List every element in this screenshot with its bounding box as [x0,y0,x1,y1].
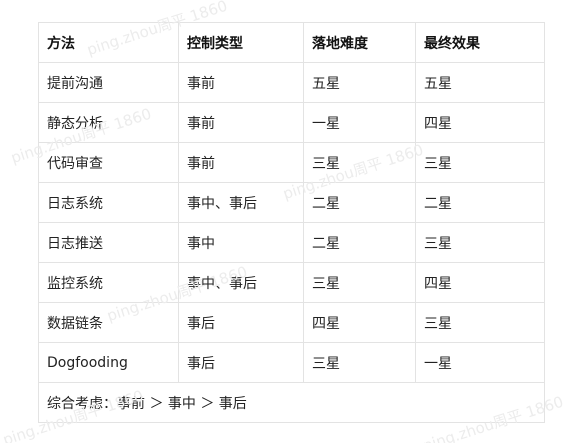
cell-difficulty: 三星 [303,142,416,183]
cell-control-type: 事前 [178,142,304,183]
cell-control-type: 事后 [178,342,304,383]
cell-method: 提前沟通 [38,62,179,103]
summary-row: 综合考虑：事前 ＞ 事中 ＞ 事后 [38,382,545,423]
cell-control-type: 事中、事后 [178,182,304,223]
summary-cell: 综合考虑：事前 ＞ 事中 ＞ 事后 [38,382,545,423]
cell-method: 日志系统 [38,182,179,223]
table-row: 监控系统 事中、事后 三星 四星 [38,262,545,303]
cell-difficulty: 一星 [303,102,416,143]
cell-difficulty: 四星 [303,302,416,343]
table-row: 日志推送 事中 二星 三星 [38,222,545,263]
cell-final-effect: 四星 [415,102,545,143]
cell-difficulty: 三星 [303,342,416,383]
table-row: Dogfooding 事后 三星 一星 [38,342,545,383]
methods-comparison-table: 方法 控制类型 落地难度 最终效果 提前沟通 事前 五星 五星 静态分析 事前 … [38,22,545,423]
cell-method: 监控系统 [38,262,179,303]
table-row: 提前沟通 事前 五星 五星 [38,62,545,103]
header-method: 方法 [38,22,179,63]
header-difficulty: 落地难度 [303,22,416,63]
cell-difficulty: 二星 [303,222,416,263]
cell-method: 数据链条 [38,302,179,343]
cell-final-effect: 三星 [415,302,545,343]
header-control-type: 控制类型 [178,22,304,63]
cell-final-effect: 四星 [415,262,545,303]
cell-control-type: 事前 [178,102,304,143]
cell-control-type: 事前 [178,62,304,103]
cell-final-effect: 二星 [415,182,545,223]
page-canvas: 方法 控制类型 落地难度 最终效果 提前沟通 事前 五星 五星 静态分析 事前 … [0,0,583,443]
header-final-effect: 最终效果 [415,22,545,63]
table-row: 数据链条 事后 四星 三星 [38,302,545,343]
cell-control-type: 事中、事后 [178,262,304,303]
cell-final-effect: 五星 [415,62,545,103]
cell-method: 代码审查 [38,142,179,183]
cell-method: 日志推送 [38,222,179,263]
table-row: 代码审查 事前 三星 三星 [38,142,545,183]
cell-control-type: 事后 [178,302,304,343]
table-row: 日志系统 事中、事后 二星 二星 [38,182,545,223]
table-header-row: 方法 控制类型 落地难度 最终效果 [38,22,545,63]
cell-final-effect: 一星 [415,342,545,383]
cell-difficulty: 三星 [303,262,416,303]
cell-difficulty: 二星 [303,182,416,223]
cell-method: Dogfooding [38,342,179,383]
cell-method: 静态分析 [38,102,179,143]
cell-control-type: 事中 [178,222,304,263]
table-row: 静态分析 事前 一星 四星 [38,102,545,143]
cell-final-effect: 三星 [415,142,545,183]
cell-difficulty: 五星 [303,62,416,103]
cell-final-effect: 三星 [415,222,545,263]
